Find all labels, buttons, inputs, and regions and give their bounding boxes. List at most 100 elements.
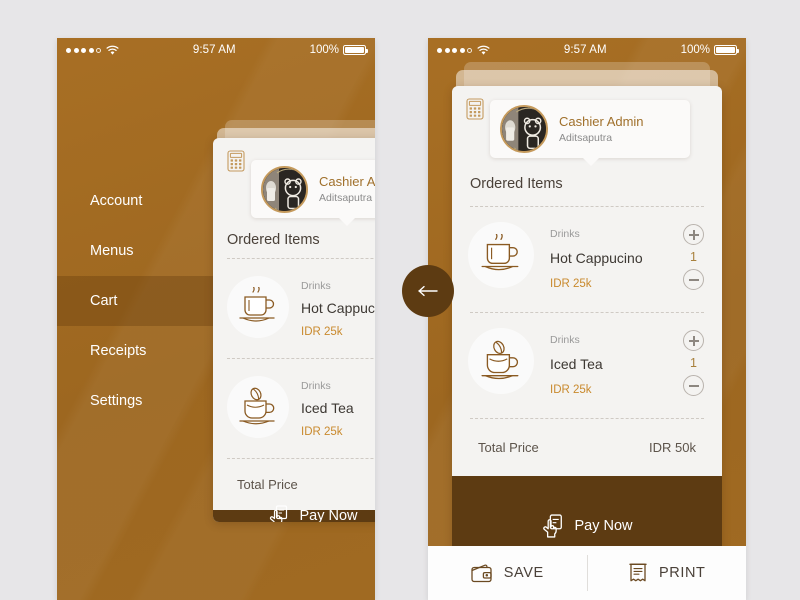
hot-coffee-cup-icon: [478, 234, 524, 276]
item-thumbnail: [468, 222, 534, 288]
profile-username: Aditsaputra: [559, 132, 613, 144]
receipt-icon: [628, 562, 648, 584]
sidebar-item-cart[interactable]: Cart: [57, 276, 215, 326]
status-right-group: 100%: [309, 44, 369, 56]
quantity-stepper: 1: [683, 330, 704, 396]
calculator-icon[interactable]: [227, 150, 245, 172]
total-bar: Total Price: [213, 460, 375, 510]
minus-circle-icon[interactable]: [683, 375, 704, 396]
profile-card-right[interactable]: Cashier Admin Aditsaputra: [490, 100, 690, 166]
item-price: IDR 25k: [550, 384, 592, 396]
coffee-bean-cup-icon: [236, 387, 280, 427]
profile-username: Aditsaputra: [319, 192, 373, 204]
plus-circle-icon[interactable]: [683, 224, 704, 245]
status-left-group: [437, 45, 490, 56]
order-card-right: Cashier Admin Aditsaputra Ordered Items: [452, 86, 722, 576]
sidebar-item-settings[interactable]: Settings: [57, 376, 215, 426]
print-button[interactable]: PRINT: [588, 546, 747, 600]
tap-to-pay-icon: [541, 514, 563, 538]
status-bar-left: 9:57 AM 100%: [57, 38, 375, 62]
sidebar-nav: Account Menus Cart Receipts Settings: [57, 62, 215, 600]
calculator-icon[interactable]: [466, 98, 484, 120]
phone-right: 9:57 AM 100% Cashier Admin Aditsaputra O…: [428, 38, 746, 600]
status-left-group: [66, 45, 119, 56]
sidebar-item-menus[interactable]: Menus: [57, 226, 215, 276]
minus-circle-icon[interactable]: [683, 269, 704, 290]
order-item-row[interactable]: Drinks Iced Tea IDR 25k: [213, 366, 375, 458]
item-quantity: 1: [690, 356, 697, 370]
order-card-left: Cashier Admin Aditsaputra Ordered Items: [213, 138, 375, 522]
wallet-icon: [471, 563, 493, 583]
item-quantity: 1: [690, 250, 697, 264]
status-time: 9:57 AM: [563, 44, 607, 56]
item-category: Drinks: [301, 380, 331, 392]
order-item-row[interactable]: Drinks Hot Cappucino IDR 25k 1: [452, 212, 722, 312]
sidebar-item-receipts[interactable]: Receipts: [57, 326, 215, 376]
pay-now-button[interactable]: Pay Now: [213, 505, 375, 522]
divider: [470, 312, 704, 313]
sidebar-item-label: Receipts: [90, 343, 147, 359]
total-label: Total Price: [478, 440, 539, 455]
battery-percent-label: 100%: [309, 44, 339, 56]
total-bar: Total Price IDR 50k: [452, 420, 722, 476]
total-value: IDR 50k: [649, 440, 696, 455]
avatar: [500, 105, 548, 153]
screenshot-stage: 9:57 AM 100% Account Menus Cart Receipts…: [0, 0, 800, 600]
avatar-bear-logo: [263, 167, 306, 211]
status-time: 9:57 AM: [192, 44, 236, 56]
tap-to-pay-icon: [268, 505, 288, 522]
battery-full-icon: [714, 44, 740, 56]
order-item-row[interactable]: Drinks Hot Cappucino IDR 25k: [213, 266, 375, 358]
avatar-bear-logo: [502, 107, 546, 151]
status-bar-right: 9:57 AM 100%: [428, 38, 746, 62]
item-name: Hot Cappucino: [550, 250, 643, 266]
section-title-ordered-items: Ordered Items: [227, 232, 320, 248]
battery-full-icon: [343, 44, 369, 56]
item-name: Iced Tea: [301, 400, 354, 416]
coffee-bean-cup-icon: [478, 340, 524, 382]
divider: [227, 358, 375, 359]
divider: [227, 458, 375, 459]
divider: [470, 206, 704, 207]
sidebar-item-account[interactable]: Account: [57, 176, 215, 226]
back-button[interactable]: [402, 265, 454, 317]
phone-left: 9:57 AM 100% Account Menus Cart Receipts…: [57, 38, 375, 600]
item-price: IDR 25k: [550, 278, 592, 290]
total-label: Total Price: [237, 477, 298, 492]
item-name: Hot Cappucino: [301, 300, 375, 316]
quantity-stepper: 1: [683, 224, 704, 290]
sidebar-item-label: Menus: [90, 243, 134, 259]
item-category: Drinks: [550, 228, 580, 240]
sidebar-item-label: Settings: [90, 393, 143, 409]
profile-name: Cashier Admin: [319, 174, 375, 189]
item-price: IDR 25k: [301, 426, 343, 438]
avatar: [261, 165, 308, 213]
profile-card-left[interactable]: Cashier Admin Aditsaputra: [251, 160, 375, 226]
signal-dots-icon: [437, 47, 472, 53]
bottom-action-bar: SAVE PRINT: [428, 546, 746, 600]
item-name: Iced Tea: [550, 356, 603, 372]
signal-dots-icon: [66, 47, 101, 53]
section-title-ordered-items: Ordered Items: [470, 176, 563, 192]
hot-coffee-cup-icon: [236, 287, 280, 327]
pay-now-label: Pay Now: [574, 518, 633, 534]
item-category: Drinks: [301, 280, 331, 292]
divider: [470, 418, 704, 419]
profile-name: Cashier Admin: [559, 114, 644, 129]
save-button[interactable]: SAVE: [428, 546, 587, 600]
battery-percent-label: 100%: [680, 44, 710, 56]
wifi-icon: [477, 45, 490, 56]
sidebar-item-label: Account: [90, 193, 143, 209]
print-label: PRINT: [659, 565, 706, 581]
plus-circle-icon[interactable]: [683, 330, 704, 351]
profile-text-group: Cashier Admin Aditsaputra: [559, 114, 644, 144]
save-label: SAVE: [503, 565, 544, 581]
arrow-left-icon: [417, 285, 439, 297]
item-thumbnail: [227, 376, 289, 438]
wifi-icon: [106, 45, 119, 56]
item-thumbnail: [468, 328, 534, 394]
status-right-group: 100%: [680, 44, 740, 56]
order-item-row[interactable]: Drinks Iced Tea IDR 25k 1: [452, 318, 722, 418]
item-price: IDR 25k: [301, 326, 343, 338]
pay-now-label: Pay Now: [299, 508, 358, 522]
